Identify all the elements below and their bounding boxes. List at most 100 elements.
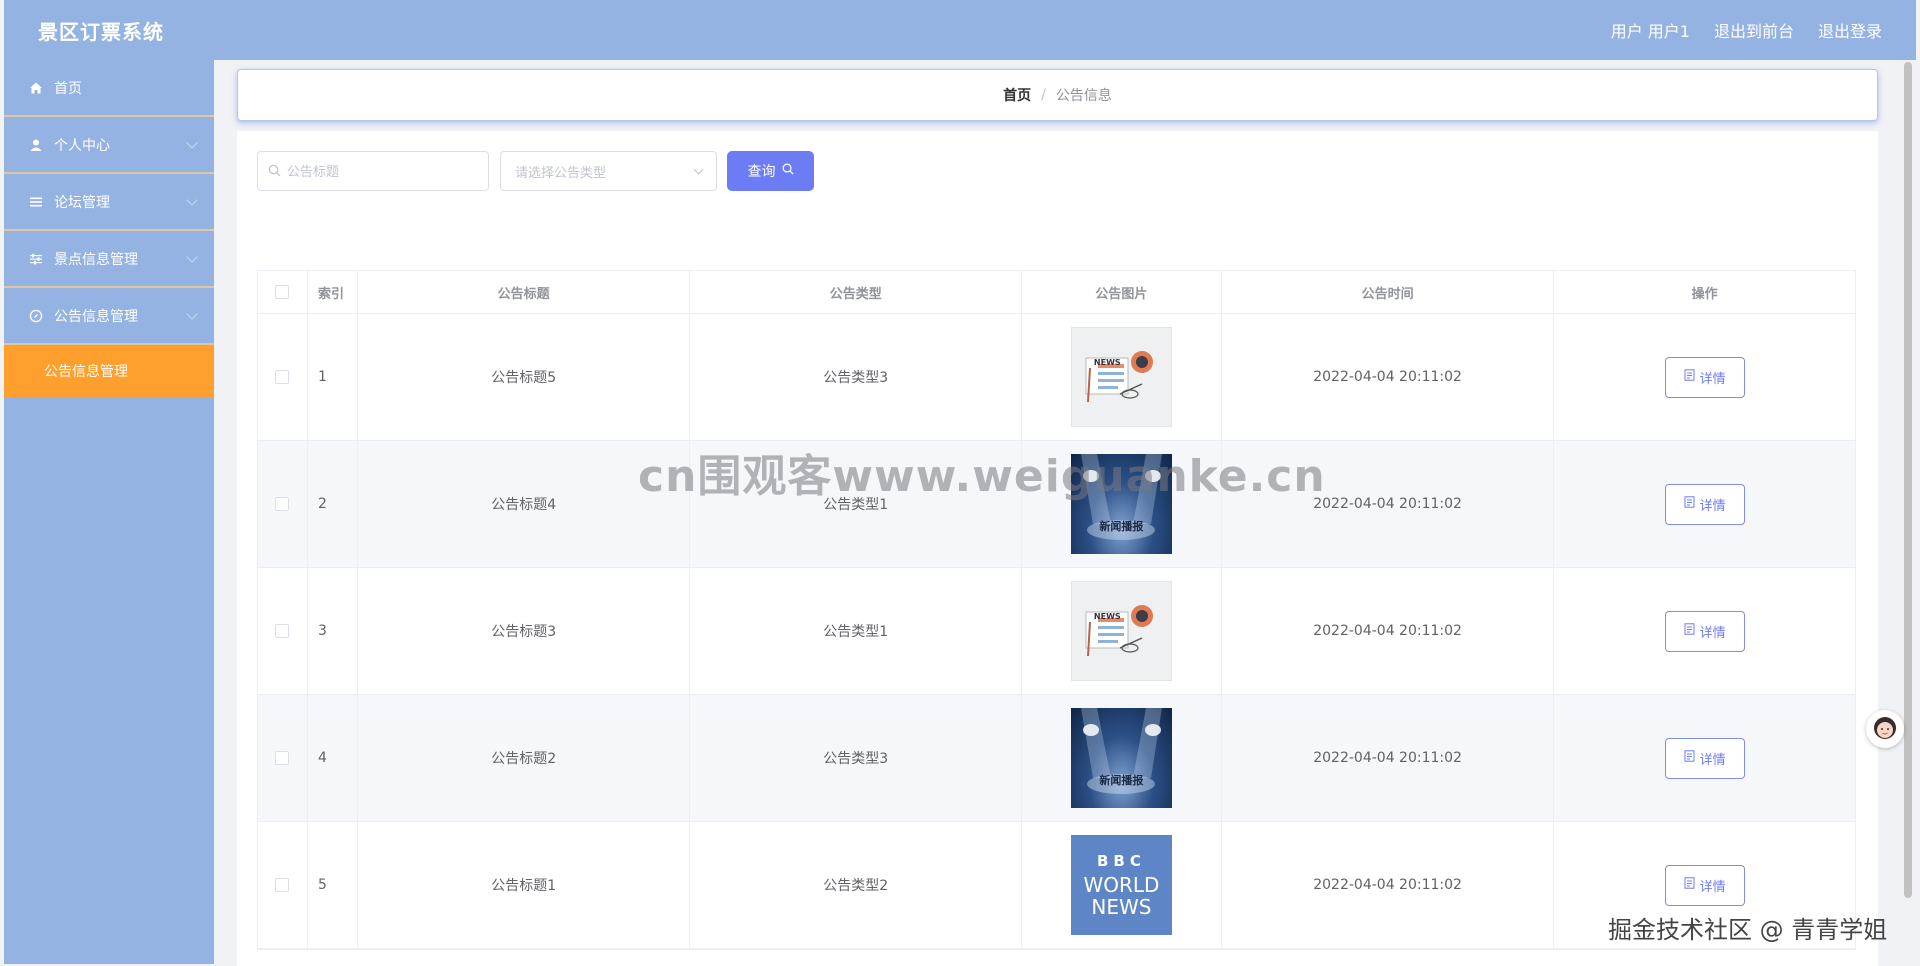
table-row: 4 公告标题2 公告类型3 新闻播报 2022-04-04 20:11:02 详… [258, 695, 1855, 822]
detail-button[interactable]: 详情 [1664, 356, 1745, 398]
row-index: 3 [308, 568, 358, 694]
row-image: NEWS [1022, 314, 1222, 440]
sidebar: 首页 个人中心 论坛管理 景点信息管理 公告信息管理 公告信息管理 [4, 60, 214, 964]
header-index: 索引 [308, 271, 358, 313]
notice-image-news: NEWS [1070, 581, 1172, 681]
sliders-icon [28, 251, 44, 267]
footer-watermark: 掘金技术社区 @ 青青学姐 [1608, 916, 1888, 944]
row-checkbox-cell [258, 695, 308, 821]
detail-button-label: 详情 [1699, 625, 1726, 641]
row-checkbox[interactable] [275, 370, 290, 384]
row-checkbox-cell [258, 314, 308, 440]
avatar-icon [1874, 717, 1896, 739]
detail-button[interactable]: 详情 [1664, 483, 1745, 525]
title-search-input[interactable] [287, 163, 477, 179]
row-title: 公告标题2 [358, 695, 691, 821]
row-index: 4 [308, 695, 358, 821]
sidebar-item-label: 首页 [54, 80, 82, 97]
logout-link[interactable]: 退出登录 [1818, 18, 1882, 42]
table-body: 1 公告标题5 公告类型3 NEWS 2022-04-04 20:11:02 详… [258, 314, 1855, 949]
row-type: 公告类型1 [690, 441, 1023, 567]
header-checkbox-cell [258, 271, 308, 313]
row-time: 2022-04-04 20:11:02 [1222, 822, 1555, 948]
row-operation: 详情 [1554, 568, 1855, 694]
thumb-stage-text: 新闻播报 [1099, 520, 1144, 533]
row-image: NEWS [1022, 568, 1222, 694]
top-header: 景区订票系统 用户 用户1 退出到前台 退出登录 [4, 0, 1916, 60]
search-icon [268, 162, 281, 181]
sidebar-item-forum[interactable]: 论坛管理 [4, 174, 214, 231]
bbc-news: NEWS [1091, 895, 1152, 919]
row-title: 公告标题5 [358, 314, 691, 440]
row-time: 2022-04-04 20:11:02 [1222, 695, 1555, 821]
current-user-label[interactable]: 用户 用户1 [1611, 18, 1690, 42]
compass-icon [28, 308, 44, 324]
notice-type-select[interactable]: 请选择公告类型 [500, 151, 717, 191]
page-scrollbar[interactable] [1903, 60, 1913, 900]
row-title: 公告标题3 [358, 568, 691, 694]
row-operation: 详情 [1554, 441, 1855, 567]
detail-button[interactable]: 详情 [1664, 737, 1745, 779]
row-index: 1 [308, 314, 358, 440]
document-icon [1684, 750, 1695, 766]
detail-button-label: 详情 [1699, 498, 1726, 514]
home-icon [28, 80, 44, 96]
notice-image-stage: 新闻播报 [1070, 708, 1172, 808]
sidebar-item-notice[interactable]: 公告信息管理 [4, 288, 214, 345]
query-button-label: 查询 [747, 164, 776, 180]
notice-image-stage: 新闻播报 [1070, 454, 1172, 554]
document-icon [1684, 496, 1695, 512]
row-index: 2 [308, 441, 358, 567]
row-type: 公告类型3 [690, 695, 1023, 821]
main-panel: 请选择公告类型 查询 索引 公告标题 公告类型 公告图片 公告时间 操作 1 公… [237, 131, 1878, 966]
row-type: 公告类型1 [690, 568, 1023, 694]
detail-button-label: 详情 [1699, 371, 1726, 387]
row-time: 2022-04-04 20:11:02 [1222, 568, 1555, 694]
select-all-checkbox[interactable] [275, 285, 290, 299]
chevron-down-icon [186, 137, 198, 149]
header-title: 公告标题 [358, 271, 691, 313]
query-button[interactable]: 查询 [727, 151, 814, 191]
chevron-down-icon [693, 164, 704, 175]
title-search-field[interactable] [257, 151, 489, 191]
row-operation: 详情 [1554, 695, 1855, 821]
breadcrumb-home[interactable]: 首页 [1003, 85, 1031, 105]
document-icon [1684, 623, 1695, 639]
detail-button[interactable]: 详情 [1664, 864, 1745, 906]
thumb-news-label: NEWS [1093, 612, 1121, 621]
sidebar-subitem-notice-management[interactable]: 公告信息管理 [4, 345, 214, 397]
breadcrumb-separator: / [1041, 87, 1046, 103]
sidebar-item-home[interactable]: 首页 [4, 60, 214, 117]
row-checkbox-cell [258, 822, 308, 948]
row-checkbox[interactable] [275, 751, 290, 765]
table-row: 2 公告标题4 公告类型1 新闻播报 2022-04-04 20:11:02 详… [258, 441, 1855, 568]
notice-image-news: NEWS [1070, 327, 1172, 427]
detail-button-label: 详情 [1699, 752, 1726, 768]
sidebar-item-scenic[interactable]: 景点信息管理 [4, 231, 214, 288]
row-checkbox[interactable] [275, 878, 290, 892]
header-image: 公告图片 [1022, 271, 1222, 313]
back-to-front-link[interactable]: 退出到前台 [1714, 18, 1794, 42]
row-checkbox[interactable] [275, 497, 290, 511]
row-title: 公告标题1 [358, 822, 691, 948]
row-type: 公告类型2 [690, 822, 1023, 948]
chevron-down-icon [186, 308, 198, 320]
sidebar-item-label: 个人中心 [54, 137, 110, 154]
row-type: 公告类型3 [690, 314, 1023, 440]
row-image: 新闻播报 [1022, 441, 1222, 567]
row-index: 5 [308, 822, 358, 948]
document-icon [1684, 369, 1695, 385]
floating-avatar[interactable] [1866, 710, 1904, 748]
row-title: 公告标题4 [358, 441, 691, 567]
detail-button[interactable]: 详情 [1664, 610, 1745, 652]
sidebar-item-label: 公告信息管理 [54, 308, 138, 325]
header-type: 公告类型 [690, 271, 1023, 313]
header-time: 公告时间 [1222, 271, 1555, 313]
row-image: BBC WORLD NEWS [1022, 822, 1222, 948]
sidebar-item-profile[interactable]: 个人中心 [4, 117, 214, 174]
row-checkbox[interactable] [275, 624, 290, 638]
scrollbar-thumb[interactable] [1904, 62, 1912, 898]
table-row: 1 公告标题5 公告类型3 NEWS 2022-04-04 20:11:02 详… [258, 314, 1855, 441]
chevron-down-icon [186, 251, 198, 263]
detail-button-label: 详情 [1699, 879, 1726, 895]
